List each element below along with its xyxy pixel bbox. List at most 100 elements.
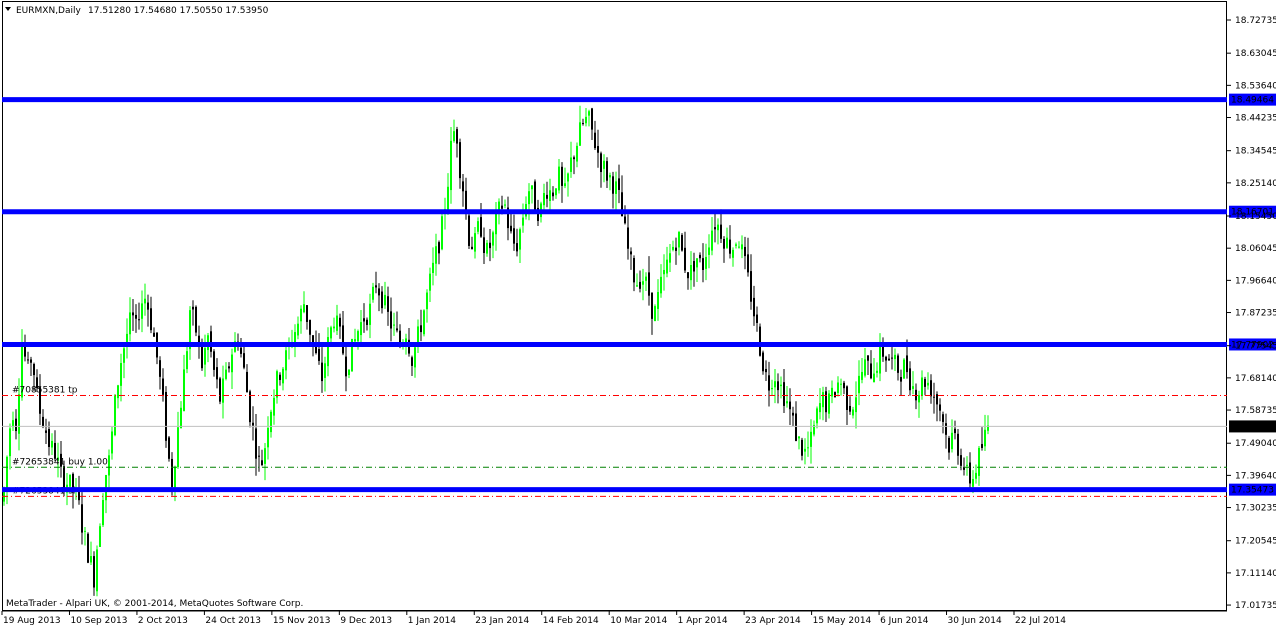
candle-body	[981, 444, 983, 448]
candle-body	[951, 432, 953, 450]
candle-body	[759, 326, 761, 356]
candle-body	[195, 306, 197, 333]
candle-body	[192, 306, 194, 310]
candle-body	[750, 271, 752, 302]
candle-body	[159, 360, 161, 377]
candle-body	[435, 246, 437, 264]
candle-body	[516, 243, 518, 252]
candle-body	[489, 242, 491, 249]
candle-body	[9, 428, 11, 457]
price-chart[interactable]: #70855381 tp#72653841 buy 1.00#72653841 …	[0, 0, 1276, 628]
candle-body	[594, 132, 596, 149]
candle-body	[216, 367, 218, 380]
candle-body	[423, 310, 425, 335]
candle-body	[969, 462, 971, 484]
candle-body	[648, 272, 650, 296]
candle-body	[666, 259, 668, 274]
candle-body	[420, 325, 422, 333]
chart-header: EURMXN,Daily 17.51280 17.54680 17.50550 …	[5, 6, 269, 16]
candle-body	[42, 416, 44, 427]
candle-body	[591, 108, 593, 130]
candle-body	[474, 233, 476, 252]
candle-body	[738, 246, 740, 248]
candle-body	[549, 190, 551, 201]
candle-body	[717, 224, 719, 231]
candle-body	[645, 276, 647, 281]
candle-body	[762, 352, 764, 372]
candle-body	[978, 447, 980, 476]
candle-body	[603, 160, 605, 169]
candle-body	[90, 556, 92, 563]
candle-body	[321, 362, 323, 382]
candle-body	[555, 188, 557, 196]
x-tick-label: 10 Mar 2014	[610, 616, 667, 626]
candle-body	[468, 215, 470, 246]
candle-body	[984, 429, 986, 447]
candle-body	[495, 212, 497, 235]
candle-body	[843, 382, 845, 389]
candle-body	[345, 356, 347, 377]
candle-body	[252, 422, 254, 426]
candle-body	[150, 308, 152, 331]
candle-body	[867, 355, 869, 361]
candle-body	[129, 312, 131, 335]
candle-body	[588, 111, 590, 116]
candle-body	[600, 153, 602, 173]
y-tick-label: 18.15450	[1235, 212, 1276, 222]
candle-body	[810, 431, 812, 447]
candle-body	[927, 382, 929, 386]
candle-body	[336, 315, 338, 331]
x-tick-label: 6 Jun 2014	[880, 616, 929, 626]
chart-background	[0, 0, 1276, 628]
candle-body	[87, 533, 89, 563]
candle-body	[333, 326, 335, 329]
candle-body	[300, 308, 302, 322]
candle-body	[141, 303, 143, 319]
candle-body	[459, 142, 461, 179]
candle-body	[795, 413, 797, 441]
y-tick-label: 18.53640	[1235, 81, 1276, 91]
candle-body	[552, 192, 554, 197]
candle-body	[564, 183, 566, 187]
candle-body	[846, 386, 848, 410]
candle-body	[570, 157, 572, 172]
candle-body	[924, 378, 926, 387]
candle-body	[144, 298, 146, 304]
order-label-tp: #70855381 tp	[12, 385, 78, 395]
candle-body	[861, 371, 863, 380]
candle-body	[864, 359, 866, 376]
candle-body	[654, 306, 656, 322]
candle-body	[939, 404, 941, 411]
order-label-entry: #72653841 buy 1.00	[12, 457, 108, 467]
candle-body	[384, 294, 386, 306]
candle-body	[174, 466, 176, 489]
candle-body	[396, 328, 398, 331]
candle-body	[339, 317, 341, 327]
candle-body	[132, 312, 134, 316]
candle-body	[531, 185, 533, 190]
candle-body	[426, 292, 428, 310]
candle-body	[180, 407, 182, 429]
candle-body	[171, 458, 173, 487]
candle-body	[783, 382, 785, 406]
candle-body	[327, 337, 329, 367]
candle-body	[807, 447, 809, 449]
candle-body	[486, 242, 488, 254]
candle-body	[120, 363, 122, 386]
candle-body	[876, 370, 878, 373]
candle-body	[693, 261, 695, 272]
candle-body	[741, 244, 743, 250]
candle-body	[615, 181, 617, 194]
candle-body	[282, 368, 284, 384]
candle-body	[819, 403, 821, 413]
y-tick-label: 18.63045	[1235, 49, 1276, 59]
candle-body	[51, 440, 53, 448]
candle-body	[15, 418, 17, 432]
candle-body	[945, 423, 947, 435]
candle-body	[354, 339, 356, 342]
candle-body	[624, 216, 626, 224]
candle-body	[375, 285, 377, 288]
candle-body	[147, 302, 149, 310]
x-tick-label: 19 Aug 2013	[3, 616, 61, 626]
candle-body	[360, 322, 362, 336]
